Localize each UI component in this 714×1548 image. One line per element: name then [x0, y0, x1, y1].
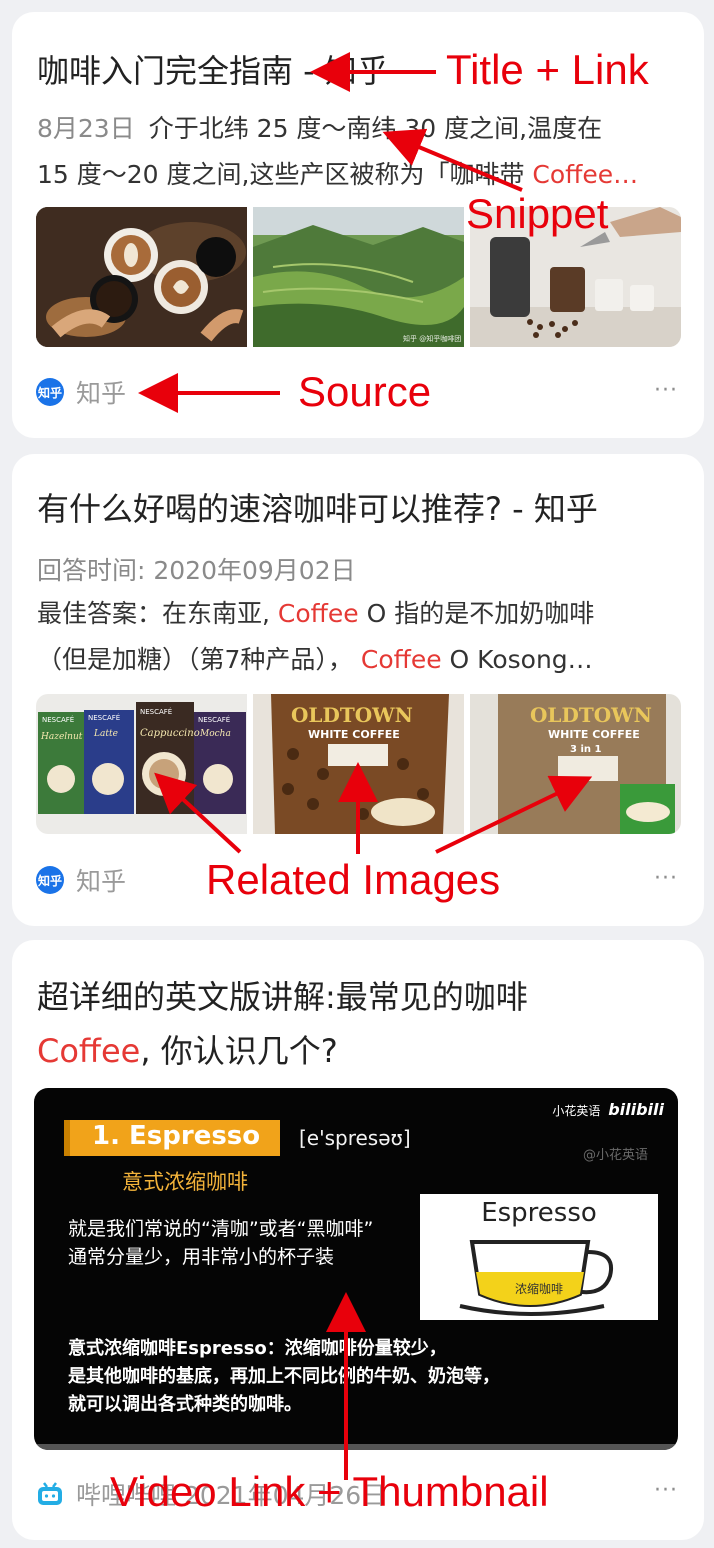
espresso-cup-panel: Espresso 浓缩咖啡: [420, 1194, 658, 1320]
annotation-related-images: Related Images: [206, 856, 501, 903]
result-date: 8月23日: [37, 114, 135, 143]
bilibili-logo: bilibili: [608, 1100, 664, 1119]
three-in-one-label: 3 in 1: [570, 744, 601, 755]
zhihu-logo-icon: 知乎: [36, 378, 64, 406]
result-title-link[interactable]: 有什么好喝的速溶咖啡可以推荐? - 知乎: [37, 484, 684, 534]
annotation-video: Video Link + Thumbnail: [110, 1468, 549, 1515]
channel-handle: @小花英语: [582, 1148, 648, 1163]
result-snippet: 8月23日 介于北纬 25 度～南纬 30 度之间,温度在: [37, 106, 684, 152]
nescafe-label: NESCAFÉ: [140, 707, 172, 716]
title-line: Coffee, 你认识几个?: [37, 1026, 684, 1076]
snippet-text: 介于北纬 25 度～南纬 30 度之间,温度在: [148, 114, 603, 143]
result-snippet-line2: （但是加糖）（第7种产品）， Coffee O Kosong…: [37, 637, 684, 683]
chinese-name: 意式浓缩咖啡: [122, 1170, 248, 1194]
snippet-keyword: Coffee: [360, 645, 442, 674]
snippet-keyword: Coffee…: [532, 160, 639, 189]
snippet-text: （但是加糖）（第7种产品），: [37, 645, 361, 674]
oldtown-white-coffee-image[interactable]: OLDTOWN WHITE COFFEE: [253, 694, 464, 834]
subtitle-line: 是其他咖啡的基底，再加上不同比例的牛奶、奶泡等，: [68, 1366, 500, 1387]
result-title-link[interactable]: 超详细的英文版讲解:最常见的咖啡 Coffee, 你认识几个?: [37, 972, 684, 1076]
coffee-cups-image[interactable]: [36, 207, 247, 347]
more-options-icon[interactable]: ···: [654, 866, 678, 891]
white-coffee-label: WHITE COFFEE: [308, 728, 400, 741]
cappuccino-label: Cappuccino: [140, 728, 200, 739]
coffee-cup-icon: [459, 1240, 613, 1316]
espresso-tag-label: 1. Espresso: [92, 1121, 261, 1151]
nescafe-label: NESCAFÉ: [42, 715, 74, 724]
answer-date: 回答时间: 2020年09月02日: [37, 556, 356, 585]
white-coffee-label: WHITE COFFEE: [548, 728, 640, 741]
description-line: 就是我们常说的“清咖”或者“黑咖啡”: [68, 1218, 374, 1240]
snippet-text: O Kosong…: [441, 645, 593, 674]
mountain-terrace-image[interactable]: 知乎 @知乎咖啡团: [253, 207, 464, 347]
oldtown-3in1-image[interactable]: OLDTOWN WHITE COFFEE 3 in 1: [470, 694, 681, 834]
latte-label: Latte: [93, 729, 118, 739]
description-line: 通常分量少，用非常小的杯子装: [68, 1246, 335, 1268]
bilibili-icon: [38, 1482, 62, 1505]
video-progress-bar[interactable]: [34, 1444, 678, 1450]
phonetic-label: [e'spresəʊ]: [299, 1126, 411, 1150]
snippet-text: 最佳答案：在东南亚,: [37, 599, 278, 628]
oldtown-label: OLDTOWN: [530, 703, 652, 727]
nescafe-label: NESCAFÉ: [88, 713, 120, 722]
source-name: 知乎: [76, 867, 127, 896]
result-snippet: 最佳答案：在东南亚, Coffee O 指的是不加奶咖啡: [37, 591, 684, 637]
nescafe-packs-image[interactable]: NESCAFÉ NESCAFÉ NESCAFÉ NESCAFÉ Hazelnut…: [36, 694, 247, 834]
nescafe-label: NESCAFÉ: [198, 715, 230, 724]
snippet-text: 15 度～20 度之间,这些产区被称为「咖啡带: [37, 160, 533, 189]
result-answer-date: 回答时间: 2020年09月02日: [37, 548, 684, 594]
brand-text: 小花英语: [552, 1104, 601, 1118]
snippet-keyword: Coffee: [277, 599, 359, 628]
title-keyword: Coffee: [37, 1032, 141, 1070]
annotation-title-link: Title + Link: [446, 46, 649, 93]
result-card-3[interactable]: 超详细的英文版讲解:最常见的咖啡 Coffee, 你认识几个? 1. Espre…: [12, 940, 704, 1540]
annotation-snippet: Snippet: [466, 190, 609, 237]
result-source[interactable]: 知乎 知乎: [36, 374, 126, 410]
hazelnut-label: Hazelnut: [40, 732, 83, 742]
image-watermark: 知乎 @知乎咖啡团: [403, 334, 461, 343]
cup-sublabel: 浓缩咖啡: [514, 1282, 563, 1296]
more-options-icon[interactable]: ···: [654, 378, 678, 403]
related-images: NESCAFÉ NESCAFÉ NESCAFÉ NESCAFÉ Hazelnut…: [36, 694, 681, 834]
zhihu-logo-icon: 知乎: [36, 866, 64, 894]
channel-brand: 小花英语 bilibili: [552, 1100, 664, 1119]
subtitle-line: 意式浓缩咖啡Espresso：浓缩咖啡份量较少，: [68, 1338, 447, 1359]
source-name: 知乎: [76, 379, 127, 408]
title-text: , 你认识几个?: [140, 1032, 338, 1070]
video-thumbnail[interactable]: 1. Espresso [e'spresəʊ] 意式浓缩咖啡 小花英语 bili…: [34, 1088, 678, 1450]
oldtown-label: OLDTOWN: [291, 703, 413, 727]
subtitle-line: 就可以调出各式种类的咖啡。: [68, 1394, 302, 1415]
title-line: 超详细的英文版讲解:最常见的咖啡: [37, 978, 528, 1016]
mocha-label: Mocha: [199, 729, 231, 739]
annotation-source: Source: [298, 368, 432, 415]
result-source[interactable]: 知乎 知乎: [36, 862, 126, 898]
more-options-icon[interactable]: ···: [654, 1478, 678, 1503]
snippet-text: O 指的是不加奶咖啡: [358, 599, 595, 628]
